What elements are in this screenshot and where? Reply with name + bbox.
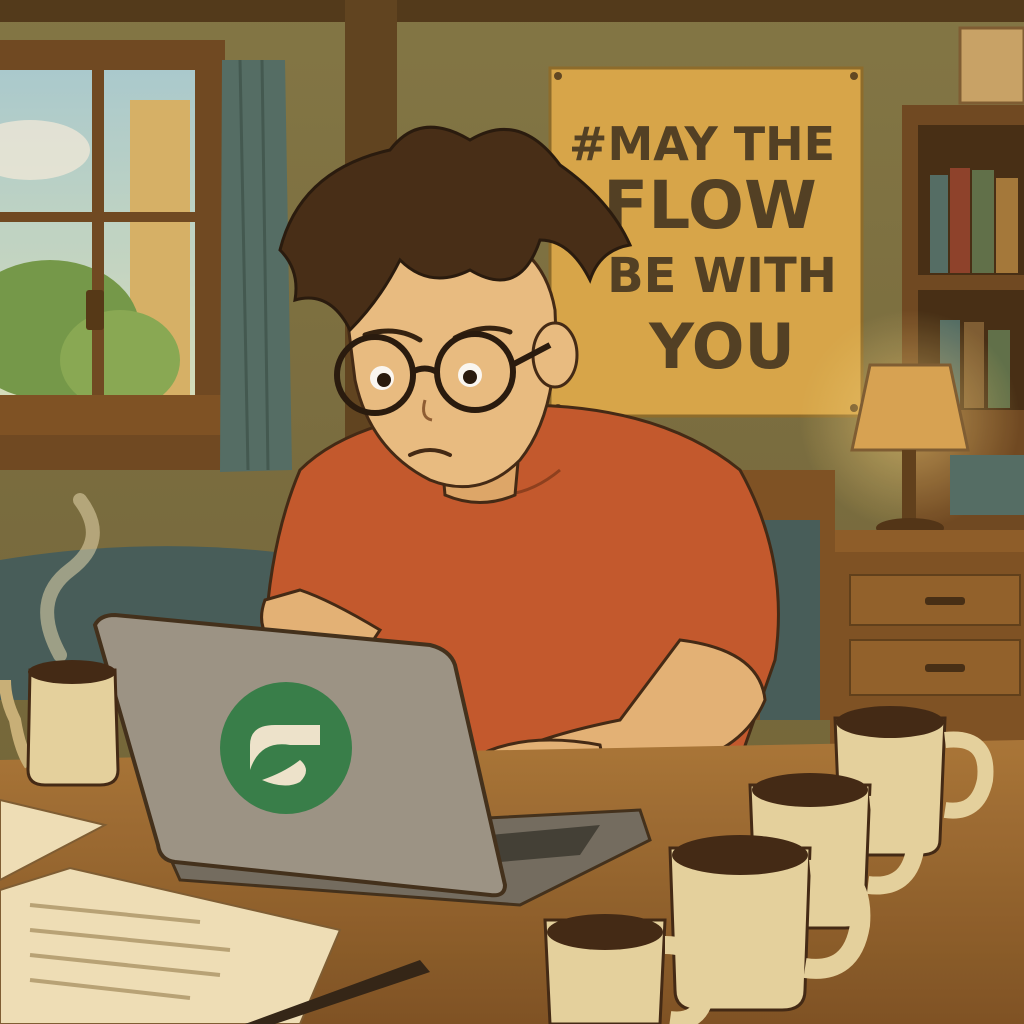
warm-overlay — [0, 0, 1024, 1024]
scene-svg: #MAY THE FLOW BE WITH YOU — [0, 0, 1024, 1024]
illustration-scene: #MAY THE FLOW BE WITH YOU — [0, 0, 1024, 1024]
